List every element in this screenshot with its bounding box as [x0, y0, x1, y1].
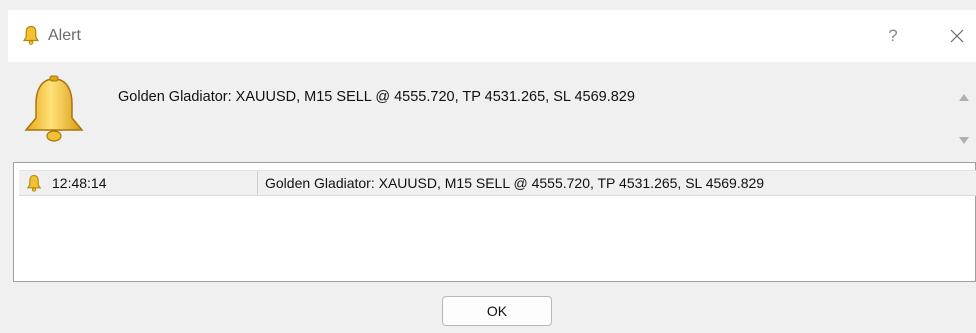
title-bar: Alert ? — [8, 10, 976, 62]
close-icon[interactable] — [942, 22, 972, 50]
ok-button[interactable]: OK — [442, 296, 552, 326]
column-divider — [257, 171, 258, 195]
scroll-up-icon[interactable] — [956, 90, 972, 106]
bell-icon — [26, 174, 42, 192]
alert-dialog: Alert ? Golden Gladiator: XAUUSD, M15 SE… — [0, 0, 976, 333]
alert-history-list[interactable]: 12:48:14 Golden Gladiator: XAUUSD, M15 S… — [13, 162, 976, 282]
scroll-down-icon[interactable] — [956, 132, 972, 148]
window-title: Alert — [48, 27, 81, 44]
help-button[interactable]: ? — [880, 22, 906, 50]
alert-time: 12:48:14 — [52, 175, 107, 191]
alert-row-message: Golden Gladiator: XAUUSD, M15 SELL @ 455… — [265, 175, 765, 191]
bell-icon — [22, 25, 40, 45]
bell-icon — [24, 75, 84, 142]
alert-message: Golden Gladiator: XAUUSD, M15 SELL @ 455… — [118, 89, 635, 105]
list-item[interactable]: 12:48:14 Golden Gladiator: XAUUSD, M15 S… — [19, 170, 976, 196]
